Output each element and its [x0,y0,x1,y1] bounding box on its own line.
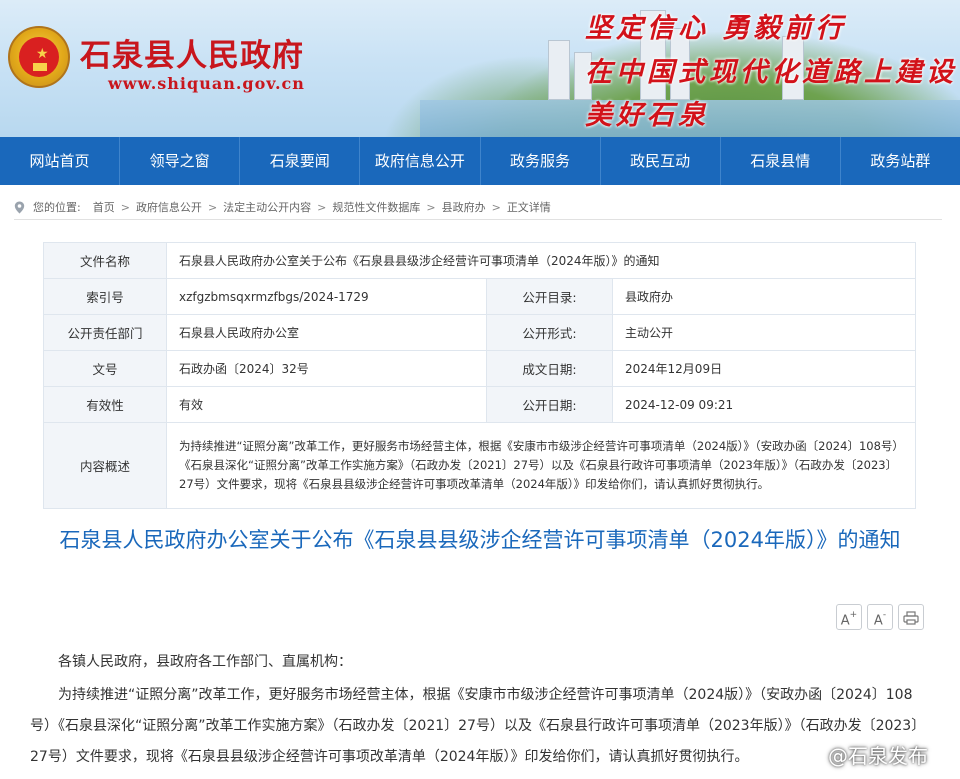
location-pin-icon [14,201,25,214]
font-decrease-button[interactable]: A- [867,604,893,630]
weibo-icon [791,744,823,767]
weibo-watermark: @石泉发布 [790,740,928,769]
table-row: 文件名称 石泉县人民政府办公室关于公布《石泉县县级涉企经营许可事项清单（2024… [43,242,916,279]
breadcrumb-separator: > [207,200,218,214]
national-emblem-icon[interactable]: ★ [8,26,70,88]
nav-item-leaders[interactable]: 领导之窗 [120,137,241,185]
slogan-line-2: 在中国式现代化道路上建设 [585,57,957,88]
breadcrumb-normative-db[interactable]: 规范性文件数据库 [332,197,420,219]
breadcrumb-home[interactable]: 首页 [93,197,115,219]
breadcrumb-current: 正文详情 [506,200,551,214]
summary-value: 为持续推进“证照分离”改革工作，更好服务市场经营主体，根据《安康市市级涉企经营许… [166,422,916,509]
nav-item-services[interactable]: 政务服务 [481,137,601,185]
file-name-value: 石泉县人民政府办公室关于公布《石泉县县级涉企经营许可事项清单（2024年版）》的… [166,242,916,279]
printer-icon [903,611,919,625]
table-row: 有效性 有效 公开日期: 2024-12-09 09:21 [43,386,916,423]
font-decrease-icon: A [873,613,883,629]
breadcrumb-separator: > [491,200,501,214]
nav-item-site-group[interactable]: 政务站群 [841,137,960,185]
slogan-line-3: 美好石泉 [585,100,709,131]
main-nav: 网站首页 领导之窗 石泉要闻 政府信息公开 政务服务 政民互动 石泉县情 政务站… [0,137,960,185]
minus-icon: - [882,610,887,620]
header-banner: ★ 石泉县人民政府 www.shiquan.gov.cn 坚定信心 勇毅前行 在… [0,0,960,137]
written-date-value: 2024年12月09日 [612,350,916,387]
written-date-label: 成文日期: [486,350,613,387]
table-row: 索引号 xzfgzbmsqxrmzfbgs/2024-1729 公开目录: 县政… [43,278,916,315]
breadcrumb-separator: > [426,200,436,214]
breadcrumb-label: 您的位置: [33,200,81,214]
emblem-red-disc: ★ [19,37,59,77]
plus-icon: + [849,610,858,620]
nav-item-interaction[interactable]: 政民互动 [601,137,721,185]
table-row: 文号 石政办函〔2024〕32号 成文日期: 2024年12月09日 [43,350,916,387]
nav-item-news[interactable]: 石泉要闻 [240,137,361,185]
validity-value: 有效 [166,386,487,423]
table-row: 公开责任部门 石泉县人民政府办公室 公开形式: 主动公开 [43,314,916,351]
dept-label: 公开责任部门 [43,314,167,351]
star-icon: ★ [36,46,49,62]
banner-building [548,40,570,100]
publish-date-label: 公开日期: [486,386,613,423]
breadcrumb-separator: > [317,200,327,214]
font-increase-button[interactable]: A+ [836,604,862,630]
form-label: 公开形式: [486,314,613,351]
breadcrumb: 您的位置: 首页 > 政府信息公开 > 法定主动公开内容 > 规范性文件数据库 … [14,196,942,220]
summary-label: 内容概述 [43,422,167,509]
file-name-label: 文件名称 [43,242,167,279]
doc-number-label: 文号 [43,350,167,387]
breadcrumb-county-office[interactable]: 县政府办 [442,197,486,219]
validity-label: 有效性 [43,386,167,423]
gate-icon [33,63,47,71]
print-button[interactable] [898,604,924,630]
breadcrumb-statutory[interactable]: 法定主动公开内容 [223,197,311,219]
document-title: 石泉县人民政府办公室关于公布《石泉县县级涉企经营许可事项清单（2024年版）》的… [59,528,901,552]
breadcrumb-disclosure[interactable]: 政府信息公开 [136,197,202,219]
slogan-line-1: 坚定信心 勇毅前行 [585,13,847,44]
site-url[interactable]: www.shiquan.gov.cn [108,74,305,93]
watermark-text: @石泉发布 [828,744,928,768]
publish-date-value: 2024-12-09 09:21 [612,386,916,423]
index-label: 索引号 [43,278,167,315]
index-value: xzfgzbmsqxrmzfbgs/2024-1729 [166,278,487,315]
document-meta-table: 文件名称 石泉县人民政府办公室关于公布《石泉县县级涉企经营许可事项清单（2024… [43,242,916,509]
nav-item-disclosure[interactable]: 政府信息公开 [360,137,481,185]
font-increase-icon: A [840,613,850,629]
breadcrumb-separator: > [120,200,130,214]
form-value: 主动公开 [612,314,916,351]
dept-value: 石泉县人民政府办公室 [166,314,487,351]
doc-number-value: 石政办函〔2024〕32号 [166,350,487,387]
table-row: 内容概述 为持续推进“证照分离”改革工作，更好服务市场经营主体，根据《安康市市级… [43,422,916,509]
catalog-label: 公开目录: [486,278,613,315]
site-title[interactable]: 石泉县人民政府 [80,30,304,75]
catalog-value: 县政府办 [612,278,916,315]
salutation: 各镇人民政府，县政府各工作部门、直属机构： [58,654,352,670]
nav-item-county-info[interactable]: 石泉县情 [721,137,841,185]
nav-item-home[interactable]: 网站首页 [0,137,121,185]
